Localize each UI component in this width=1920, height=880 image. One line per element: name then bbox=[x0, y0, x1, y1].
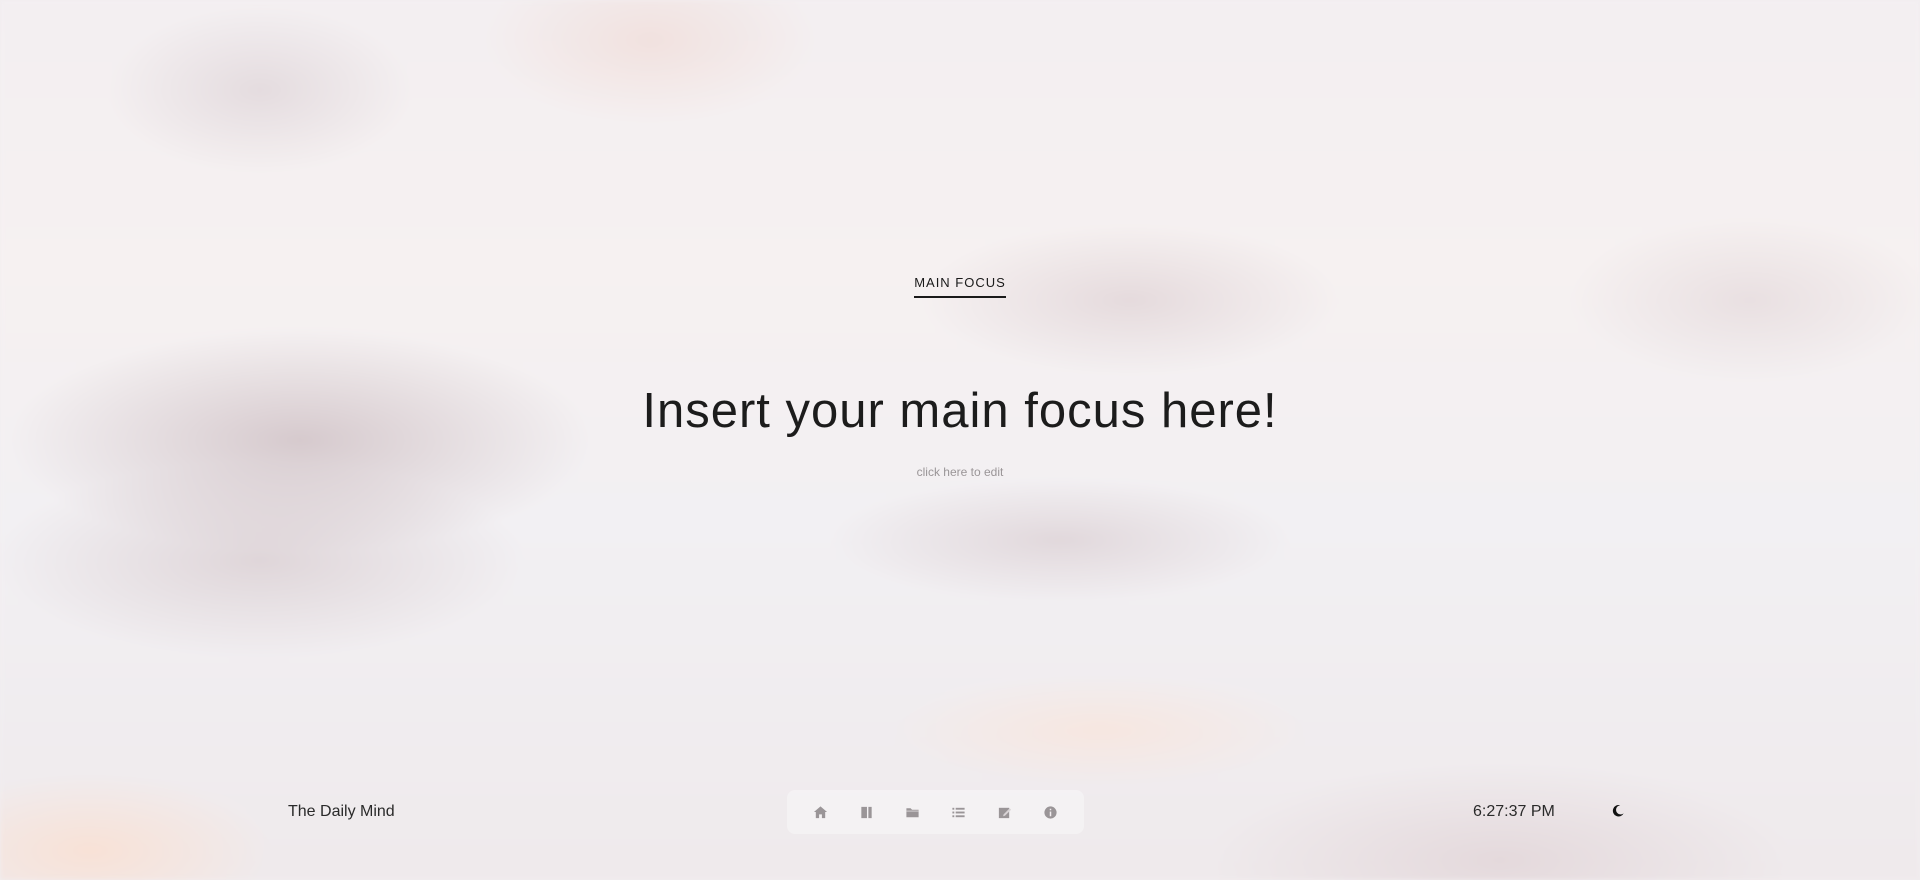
clock-time: 6:27:37 PM bbox=[1473, 803, 1555, 820]
nav-list-button[interactable] bbox=[942, 795, 976, 829]
edit-hint[interactable]: click here to edit bbox=[0, 465, 1920, 479]
nav-notes-button[interactable] bbox=[988, 795, 1022, 829]
theme-toggle-button[interactable] bbox=[1609, 802, 1627, 820]
nav-folder-button[interactable] bbox=[895, 795, 929, 829]
info-icon bbox=[1044, 805, 1057, 819]
edit-note-icon bbox=[999, 807, 1012, 818]
brand-name: The Daily Mind bbox=[288, 803, 395, 820]
list-icon bbox=[952, 807, 965, 817]
folder-icon bbox=[906, 807, 919, 817]
home-icon bbox=[813, 805, 827, 818]
nav-info-button[interactable] bbox=[1034, 795, 1068, 829]
main-focus-text[interactable]: Insert your main focus here! bbox=[0, 383, 1920, 439]
background-sky bbox=[0, 0, 1920, 880]
focus-header: MAIN FOCUS bbox=[0, 274, 1920, 298]
bottom-nav-bar bbox=[787, 790, 1084, 834]
book-icon bbox=[861, 806, 872, 818]
moon-icon bbox=[1612, 805, 1624, 817]
nav-book-button[interactable] bbox=[849, 795, 883, 829]
main-focus-label: MAIN FOCUS bbox=[914, 275, 1006, 298]
nav-home-button[interactable] bbox=[803, 795, 837, 829]
